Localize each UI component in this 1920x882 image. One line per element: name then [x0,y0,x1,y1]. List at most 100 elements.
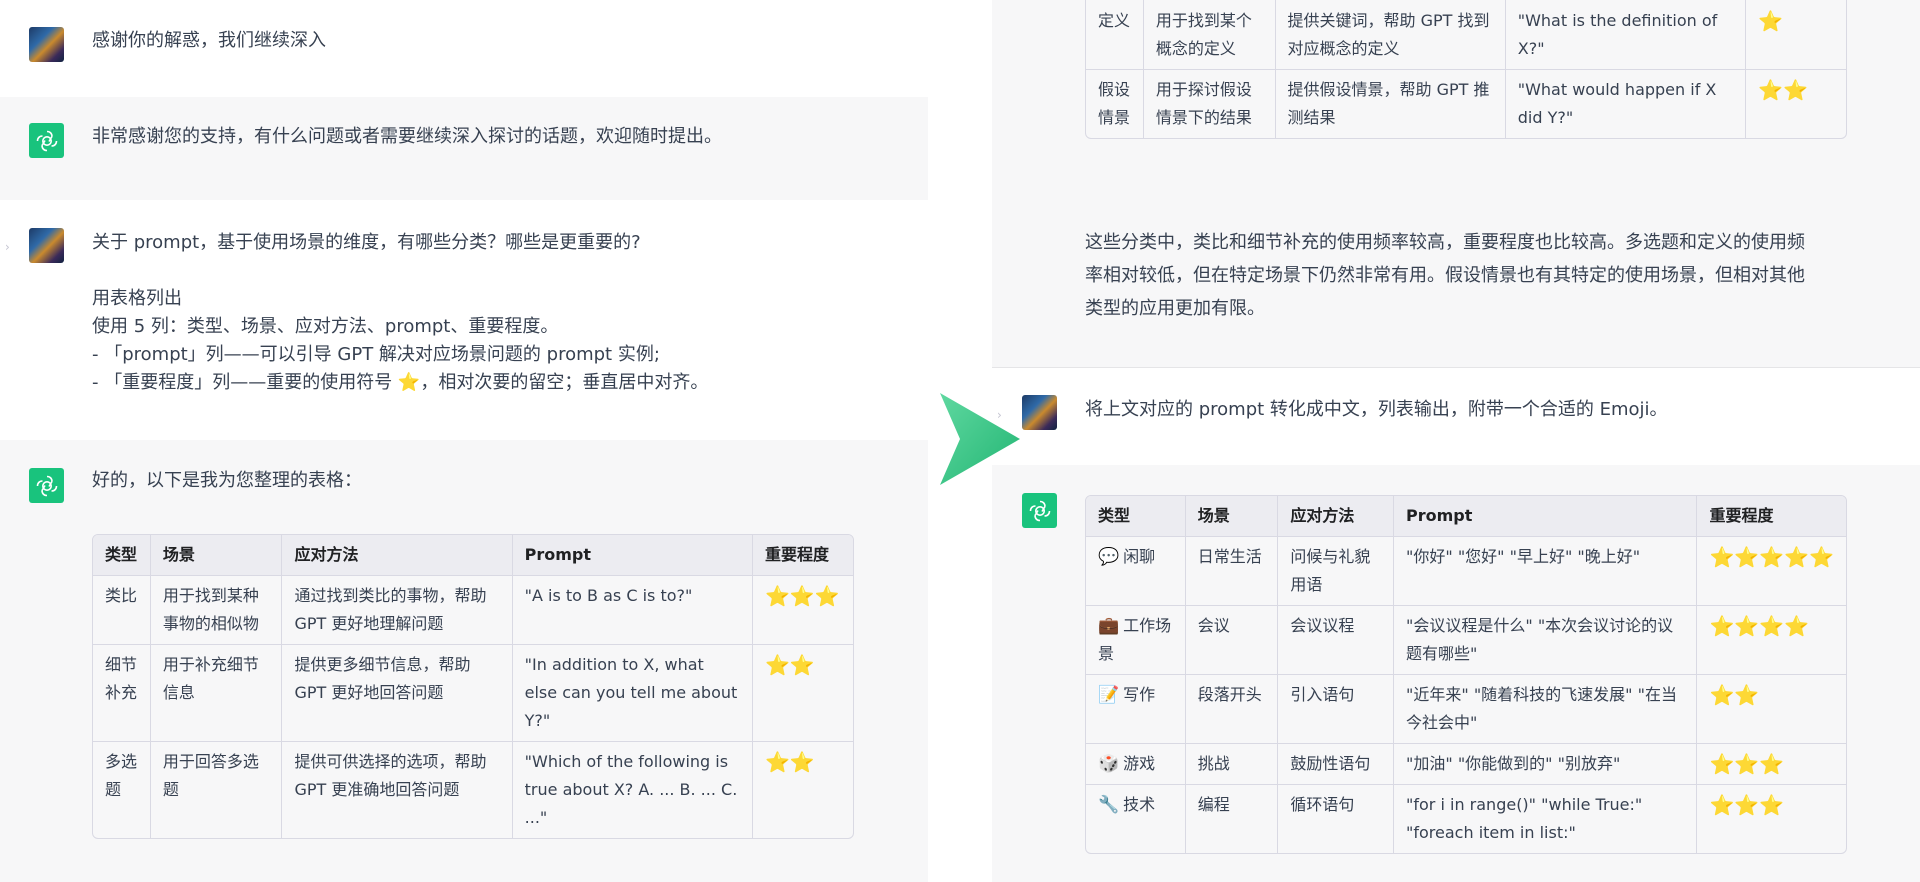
table-row: 定义 用于找到某个概念的定义 提供关键词，帮助 GPT 找到对应概念的定义 "W… [1086,0,1846,70]
message-line: 关于 prompt，基于使用场景的维度，有哪些分类？哪些是更重要的? [92,232,641,253]
prompt-cell: "近年来" "随着科技的飞速发展" "在当今社会中" [1394,675,1698,744]
method-cell: 鼓励性语句 [1278,744,1395,785]
assistant-message: 定义 用于找到某个概念的定义 提供关键词，帮助 GPT 找到对应概念的定义 "W… [992,0,1920,367]
left-chat-panel: 感谢你的解惑，我们继续深入 非常感谢您的支持，有什么问题或者需要继续深入探讨的话… [0,0,928,882]
prompt-cell: "会议议程是什么" "本次会议讨论的议题有哪些" [1394,606,1698,675]
type-label: 写作 [1123,685,1156,704]
openai-logo-icon [29,468,64,503]
importance-stars: ⭐ [1746,0,1846,70]
summary-text: 这些分类中，类比和细节补充的使用频率较高，重要程度也比较高。多选题和定义的使用频… [1085,226,1880,325]
importance-stars: ⭐⭐ [1697,675,1846,744]
user-avatar [29,228,64,263]
importance-stars: ⭐⭐ [764,750,815,774]
table-row: 多选题 用于回答多选题 提供可供选择的选项，帮助 GPT 更准确地回答问题 "W… [93,742,853,838]
message-line: - 「prompt」列——可以引导 GPT 解决对应场景问题的 prompt 实… [92,344,660,365]
method-cell: 提供假设情景，帮助 GPT 推测结果 [1276,70,1506,138]
prompt-cell: "你好" "您好" "早上好" "晚上好" [1394,537,1698,606]
message-line: 使用 5 列：类型、场景、应对方法、prompt、重要程度。 [92,316,559,337]
scene-cell: 用于找到某个概念的定义 [1143,0,1276,70]
table-header: Prompt [1394,496,1698,537]
assistant-message: 非常感谢您的支持，有什么问题或者需要继续深入探讨的话题，欢迎随时提出。 [0,97,928,201]
method-cell: 循环语句 [1278,785,1395,853]
type-cell: 类比 [93,576,151,645]
prompt-cell: "for i in range()" "while True:" "foreac… [1394,785,1698,853]
summary-line: 率相对较低，但在特定场景下仍然非常有用。假设情景也有其特定的使用场景，但相对其他 [1085,265,1805,286]
summary-line: 类型的应用更加有限。 [1085,298,1265,319]
openai-logo-icon [1022,493,1057,528]
importance-stars: ⭐⭐⭐ [752,576,853,645]
table-header: 场景 [150,535,283,576]
table-row: 🔧 技术 编程 循环语句 "for i in range()" "while Tr… [1086,785,1846,853]
speech-bubble-icon: 💬 [1098,547,1120,567]
chinese-prompt-table: 类型 场景 应对方法 Prompt 重要程度 💬 闲聊 日常生活 问候与礼貌用语 … [1085,495,1847,854]
message-text: 好的，以下是我为您整理的表格： [92,470,362,491]
table-row: 细节补充 用于补充细节信息 提供更多细节信息，帮助 GPT 更好地回答问题 "I… [93,645,853,742]
prompt-cell: "What is the definition of X?" [1505,0,1747,70]
message-text: 非常感谢您的支持，有什么问题或者需要继续深入探讨的话题，欢迎随时提出。 [92,126,722,147]
assistant-message: 好的，以下是我为您整理的表格： 类型 场景 应对方法 Prompt 重要程度 类… [0,440,928,882]
user-avatar [29,27,64,62]
message-line: - 「重要程度」列——重要的使用符号 ⭐，相对次要的留空；垂直居中对齐。 [92,372,709,393]
prompt-cell: "Which of the following is true about X?… [513,742,753,838]
table-header: Prompt [512,535,753,576]
table-header: 应对方法 [282,535,513,576]
type-cell: 📝 写作 [1086,675,1186,744]
importance-stars: ⭐⭐⭐⭐ [1697,606,1846,675]
scene-cell: 日常生活 [1185,537,1279,606]
chevron-right-icon[interactable]: › [5,240,10,254]
user-message: › 关于 prompt，基于使用场景的维度，有哪些分类？哪些是更重要的? 用表格… [0,200,928,441]
importance-stars: ⭐⭐⭐ [1709,793,1785,817]
type-cell: 🔧 技术 [1086,785,1186,853]
type-label: 技术 [1123,795,1156,814]
transition-arrow-icon [940,393,1020,485]
user-message: 感谢你的解惑，我们继续深入 [0,0,928,98]
method-cell: 引入语句 [1278,675,1395,744]
message-line [92,257,888,285]
importance-stars: ⭐⭐⭐ [1697,744,1846,785]
table-row: 📝 写作 段落开头 引入语句 "近年来" "随着科技的飞速发展" "在当今社会中"… [1086,675,1846,744]
type-cell: 🎲 游戏 [1086,744,1186,785]
table-row: 💼 工作场景 会议 会议议程 "会议议程是什么" "本次会议讨论的议题有哪些" ⭐… [1086,606,1846,675]
method-cell: 提供更多细节信息，帮助 GPT 更好地回答问题 [282,645,513,742]
right-chat-panel: 定义 用于找到某个概念的定义 提供关键词，帮助 GPT 找到对应概念的定义 "W… [992,0,1920,882]
table-header: 应对方法 [1278,496,1395,537]
method-cell: 提供关键词，帮助 GPT 找到对应概念的定义 [1275,0,1506,70]
table-row: 类比 用于找到某种事物的相似物 通过找到类比的事物，帮助 GPT 更好地理解问题… [93,576,853,645]
category-table-continued: 定义 用于找到某个概念的定义 提供关键词，帮助 GPT 找到对应概念的定义 "W… [1085,0,1847,139]
scene-cell: 用于探讨假设情景下的结果 [1144,70,1276,138]
table-header: 类型 [1086,496,1186,537]
type-cell: 细节补充 [93,645,151,742]
openai-logo-icon [29,123,64,158]
importance-stars: ⭐⭐⭐⭐⭐ [1697,537,1846,606]
message-line: 用表格列出 [92,288,182,309]
table-header: 类型 [93,535,151,576]
type-label: 游戏 [1123,754,1156,773]
message-text: 将上文对应的 prompt 转化成中文，列表输出，附带一个合适的 Emoji。 [1085,399,1668,420]
type-cell: 💼 工作场景 [1086,606,1186,675]
scene-cell: 段落开头 [1185,675,1279,744]
importance-stars: ⭐⭐ [752,645,853,742]
dice-icon: 🎲 [1098,754,1120,774]
method-cell: 问候与礼貌用语 [1278,537,1395,606]
user-avatar [1022,395,1057,430]
prompt-cell: "What would happen if X did Y?" [1506,70,1747,138]
scene-cell: 编程 [1186,785,1279,853]
prompt-cell: "In addition to X, what else can you tel… [512,645,753,742]
user-message: › 将上文对应的 prompt 转化成中文，列表输出，附带一个合适的 Emoji… [992,367,1920,466]
assistant-message: 类型 场景 应对方法 Prompt 重要程度 💬 闲聊 日常生活 问候与礼貌用语 … [992,465,1920,882]
message-text: 感谢你的解惑，我们继续深入 [92,30,326,51]
table-header: 重要程度 [752,535,853,576]
prompt-cell: "A is to B as C is to?" [512,576,753,645]
message-text: 关于 prompt，基于使用场景的维度，有哪些分类？哪些是更重要的? 用表格列出… [92,229,888,397]
scene-cell: 挑战 [1185,744,1279,785]
briefcase-icon: 💼 [1098,616,1120,636]
method-cell: 会议议程 [1278,606,1395,675]
type-cell: 多选题 [93,742,151,838]
table-header-row: 类型 场景 应对方法 Prompt 重要程度 [1086,496,1846,537]
scene-cell: 用于找到某种事物的相似物 [150,576,283,645]
table-header-row: 类型 场景 应对方法 Prompt 重要程度 [93,535,853,576]
scene-cell: 用于补充细节信息 [150,645,283,742]
type-label: 闲聊 [1123,547,1156,566]
type-cell: 定义 [1086,0,1144,70]
table-header: 场景 [1185,496,1279,537]
